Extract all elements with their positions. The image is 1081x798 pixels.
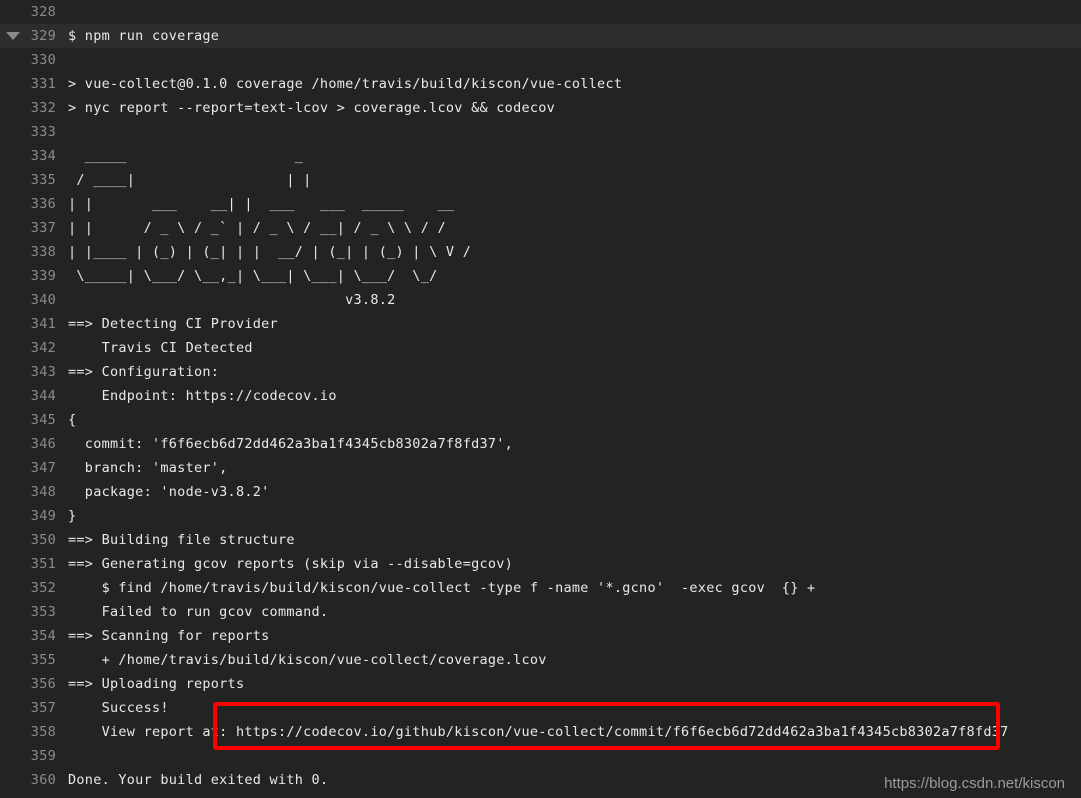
log-line[interactable]: 329$ npm run coverage (0, 24, 1081, 48)
log-line-number: 347 (0, 456, 56, 480)
log-line-text: ==> Generating gcov reports (skip via --… (56, 552, 513, 576)
log-line-number: 331 (0, 72, 56, 96)
log-line[interactable]: 342 Travis CI Detected (0, 336, 1081, 360)
log-line-number: 349 (0, 504, 56, 528)
log-line[interactable]: 352 $ find /home/travis/build/kiscon/vue… (0, 576, 1081, 600)
log-line[interactable]: 334 _____ _ (0, 144, 1081, 168)
log-line[interactable]: 347 branch: 'master', (0, 456, 1081, 480)
log-line-text: $ find /home/travis/build/kiscon/vue-col… (56, 576, 815, 600)
log-line-number: 357 (0, 696, 56, 720)
log-line-text: ==> Detecting CI Provider (56, 312, 278, 336)
log-line[interactable]: 341==> Detecting CI Provider (0, 312, 1081, 336)
log-line-number: 335 (0, 168, 56, 192)
log-line-number: 342 (0, 336, 56, 360)
log-line-number: 341 (0, 312, 56, 336)
log-line-text: Failed to run gcov command. (56, 600, 328, 624)
log-line[interactable]: 358 View report at: https://codecov.io/g… (0, 720, 1081, 744)
log-line-text: \_____| \___/ \__,_| \___| \___| \___/ \… (56, 264, 438, 288)
log-line[interactable]: 345{ (0, 408, 1081, 432)
log-line-text: > nyc report --report=text-lcov > covera… (56, 96, 555, 120)
log-line[interactable]: 336| | ___ __| | ___ ___ _____ __ (0, 192, 1081, 216)
log-line[interactable]: 356==> Uploading reports (0, 672, 1081, 696)
log-line-text: $ npm run coverage (56, 24, 219, 48)
log-line-list[interactable]: 328329$ npm run coverage330331> vue-coll… (0, 0, 1081, 792)
log-line-number: 339 (0, 264, 56, 288)
log-line-text: View report at: https://codecov.io/githu… (56, 720, 1009, 744)
log-line-number: 354 (0, 624, 56, 648)
fold-triangle-icon[interactable] (6, 32, 20, 40)
log-line-number: 336 (0, 192, 56, 216)
log-line[interactable]: 333 (0, 120, 1081, 144)
log-line-text: commit: 'f6f6ecb6d72dd462a3ba1f4345cb830… (56, 432, 513, 456)
log-line-text: branch: 'master', (56, 456, 228, 480)
log-line-number: 346 (0, 432, 56, 456)
build-log-viewer: 328329$ npm run coverage330331> vue-coll… (0, 0, 1081, 798)
log-line-number: 344 (0, 384, 56, 408)
log-line-text: } (56, 504, 76, 528)
log-line-text: Success! (56, 696, 169, 720)
log-line-text: Travis CI Detected (56, 336, 253, 360)
log-line[interactable]: 338| |____ | (_) | (_| | | __/ | (_| | (… (0, 240, 1081, 264)
log-line-text: ==> Building file structure (56, 528, 295, 552)
log-line-number: 332 (0, 96, 56, 120)
log-line[interactable]: 335 / ____| | | (0, 168, 1081, 192)
log-line[interactable]: 339 \_____| \___/ \__,_| \___| \___| \__… (0, 264, 1081, 288)
log-line-number: 355 (0, 648, 56, 672)
log-line-text: package: 'node-v3.8.2' (56, 480, 270, 504)
log-line-text: v3.8.2 (56, 288, 396, 312)
log-line-number: 345 (0, 408, 56, 432)
log-line-number: 359 (0, 744, 56, 768)
log-line[interactable]: 344 Endpoint: https://codecov.io (0, 384, 1081, 408)
log-line-number: 334 (0, 144, 56, 168)
log-line-number: 358 (0, 720, 56, 744)
log-line-text: _____ _ (56, 144, 303, 168)
log-line-number: 352 (0, 576, 56, 600)
log-line-number: 343 (0, 360, 56, 384)
log-line-text: | | / _ \ / _` | / _ \ / __| / _ \ \ / / (56, 216, 446, 240)
log-line[interactable]: 340 v3.8.2 (0, 288, 1081, 312)
log-line[interactable]: 357 Success! (0, 696, 1081, 720)
log-line-text: Endpoint: https://codecov.io (56, 384, 337, 408)
log-line-number: 328 (0, 0, 56, 24)
log-line-number: 353 (0, 600, 56, 624)
log-line[interactable]: 349} (0, 504, 1081, 528)
log-line-text: + /home/travis/build/kiscon/vue-collect/… (56, 648, 547, 672)
log-line-text: ==> Configuration: (56, 360, 219, 384)
log-line-text: | |____ | (_) | (_| | | __/ | (_| | (_) … (56, 240, 471, 264)
log-line-number: 356 (0, 672, 56, 696)
log-line[interactable]: 351==> Generating gcov reports (skip via… (0, 552, 1081, 576)
log-line-number: 340 (0, 288, 56, 312)
log-line[interactable]: 330 (0, 48, 1081, 72)
log-line[interactable]: 354==> Scanning for reports (0, 624, 1081, 648)
log-line-text: ==> Scanning for reports (56, 624, 270, 648)
log-line-number: 360 (0, 768, 56, 792)
log-line[interactable]: 343==> Configuration: (0, 360, 1081, 384)
log-line-text: > vue-collect@0.1.0 coverage /home/travi… (56, 72, 622, 96)
log-line-text: / ____| | | (56, 168, 312, 192)
log-line-text: Done. Your build exited with 0. (56, 768, 328, 792)
log-line[interactable]: 350==> Building file structure (0, 528, 1081, 552)
log-line-number: 337 (0, 216, 56, 240)
log-line[interactable]: 359 (0, 744, 1081, 768)
log-line-number: 338 (0, 240, 56, 264)
log-line[interactable]: 353 Failed to run gcov command. (0, 600, 1081, 624)
log-line[interactable]: 346 commit: 'f6f6ecb6d72dd462a3ba1f4345c… (0, 432, 1081, 456)
log-line[interactable]: 355 + /home/travis/build/kiscon/vue-coll… (0, 648, 1081, 672)
log-line[interactable]: 348 package: 'node-v3.8.2' (0, 480, 1081, 504)
log-line-number: 351 (0, 552, 56, 576)
log-line-number: 348 (0, 480, 56, 504)
log-line[interactable]: 331> vue-collect@0.1.0 coverage /home/tr… (0, 72, 1081, 96)
log-line-text: { (56, 408, 76, 432)
log-line-number: 350 (0, 528, 56, 552)
log-line[interactable]: 332> nyc report --report=text-lcov > cov… (0, 96, 1081, 120)
log-line-number: 330 (0, 48, 56, 72)
log-line-text: | | ___ __| | ___ ___ _____ __ (56, 192, 454, 216)
log-line-text: ==> Uploading reports (56, 672, 244, 696)
watermark-text: https://blog.csdn.net/kiscon (884, 775, 1065, 792)
log-line-number: 333 (0, 120, 56, 144)
log-line[interactable]: 328 (0, 0, 1081, 24)
log-line[interactable]: 337| | / _ \ / _` | / _ \ / __| / _ \ \ … (0, 216, 1081, 240)
